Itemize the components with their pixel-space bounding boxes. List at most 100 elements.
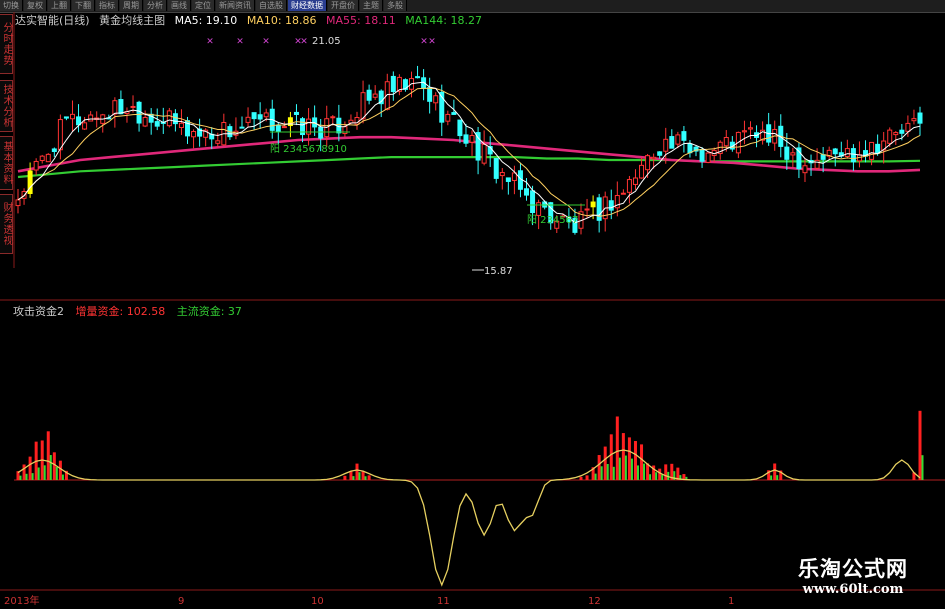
candle-body <box>293 111 299 115</box>
main-fund-bar <box>655 472 658 480</box>
inc-fund-bar <box>585 475 589 480</box>
candle-body <box>15 199 21 207</box>
inc-fund-bar <box>658 468 662 480</box>
main-fund-bar <box>49 455 52 480</box>
candle-body <box>88 114 94 122</box>
main-fund-bar <box>618 457 621 480</box>
watermark-logo: 乐淘公式网 www.60lt.com <box>768 556 938 602</box>
candle-body <box>142 116 148 127</box>
inc-fund-bar <box>621 433 625 480</box>
candle-body <box>239 126 245 129</box>
candle-body <box>245 116 251 123</box>
inc-fund-bar <box>597 455 601 480</box>
inc-fund-bar <box>773 463 777 480</box>
candle-body <box>360 92 366 120</box>
candle-body <box>178 122 184 128</box>
candle-body <box>427 87 433 102</box>
candle-body <box>390 75 396 93</box>
main-fund-bar <box>364 476 367 480</box>
candle-body <box>257 114 263 120</box>
signal-marker: ✕ <box>428 37 436 47</box>
candle-body <box>530 190 536 214</box>
candle-body <box>784 146 790 160</box>
main-fund-bar <box>37 467 40 480</box>
candle-body <box>154 121 160 127</box>
main-fund-bar <box>649 474 652 480</box>
candle-body <box>802 165 808 174</box>
candle-body <box>663 138 669 152</box>
main-fund-bar <box>594 473 597 480</box>
inc-fund-bar <box>609 434 613 480</box>
main-fund-bar <box>624 455 627 480</box>
candle-body <box>281 126 287 129</box>
candle-body <box>118 99 124 115</box>
main-fund-bar <box>25 473 28 480</box>
candle-body <box>626 179 632 193</box>
main-fund-bar <box>19 475 22 480</box>
candle-body <box>905 122 911 132</box>
candle-body <box>584 208 590 211</box>
candle-body <box>669 136 675 149</box>
inc-fund-bar <box>22 464 26 480</box>
candle-body <box>475 132 481 161</box>
candle-body <box>632 177 638 185</box>
candle-body <box>620 192 626 195</box>
candle-body <box>433 95 439 104</box>
main-fund-bar <box>643 463 646 480</box>
date-tick: 2013年 <box>4 596 40 607</box>
candle-body <box>463 134 469 144</box>
low-label: 15.87 <box>484 266 513 277</box>
candle-body <box>33 160 39 171</box>
candle-body <box>899 129 905 134</box>
inc-fund-bar <box>664 464 668 480</box>
date-tick: 10 <box>311 596 324 607</box>
candle-body <box>608 200 614 211</box>
inc-fund-bar <box>603 446 607 480</box>
seq1-label: 阳 2345678910 <box>270 143 347 155</box>
candle-body <box>76 116 82 126</box>
candle-body <box>639 164 645 179</box>
candle-body <box>136 101 142 124</box>
candle-body <box>318 126 324 139</box>
candle-body <box>699 149 705 162</box>
inc-fund-bar <box>640 444 644 480</box>
main-fund-bar <box>600 466 603 480</box>
main-fund-bar <box>352 476 355 480</box>
inc-fund-bar <box>918 410 922 480</box>
candle-body <box>39 155 45 162</box>
candle-body <box>457 119 463 137</box>
main-fund-bar <box>776 475 779 480</box>
candle-body <box>330 116 336 119</box>
candle-body <box>790 152 796 156</box>
date-tick: 9 <box>178 596 185 607</box>
candle-body <box>191 131 197 138</box>
main-fund-bar <box>43 465 46 480</box>
seq2-label: 阳 234567 <box>527 214 578 226</box>
inc-fund-bar <box>28 456 32 480</box>
main-fund-bar <box>61 474 64 480</box>
inc-fund-bar <box>579 476 583 480</box>
candle-body <box>596 197 602 221</box>
candle-body <box>481 143 487 164</box>
candle-body <box>51 148 57 152</box>
candle-body <box>875 143 881 154</box>
candle-body <box>651 156 657 160</box>
date-tick: 12 <box>588 596 601 607</box>
candle-body <box>741 130 747 133</box>
main-fund-bar <box>606 463 609 480</box>
signal-marker: ✕ <box>420 37 428 47</box>
main-fund-bar <box>55 466 58 480</box>
candle-body <box>499 172 505 177</box>
inc-fund-bar <box>52 452 56 480</box>
candle-body <box>451 112 457 115</box>
main-fund-bar <box>31 473 34 480</box>
inc-fund-bar <box>367 475 371 480</box>
main-fund-bar <box>636 465 639 480</box>
candle-body <box>415 76 421 79</box>
candle-body <box>681 131 687 141</box>
candle-body <box>832 148 838 155</box>
inc-fund-bar <box>343 475 347 480</box>
main-fund-bar <box>921 455 924 480</box>
candle-body <box>705 152 711 163</box>
candle-body <box>493 158 499 179</box>
